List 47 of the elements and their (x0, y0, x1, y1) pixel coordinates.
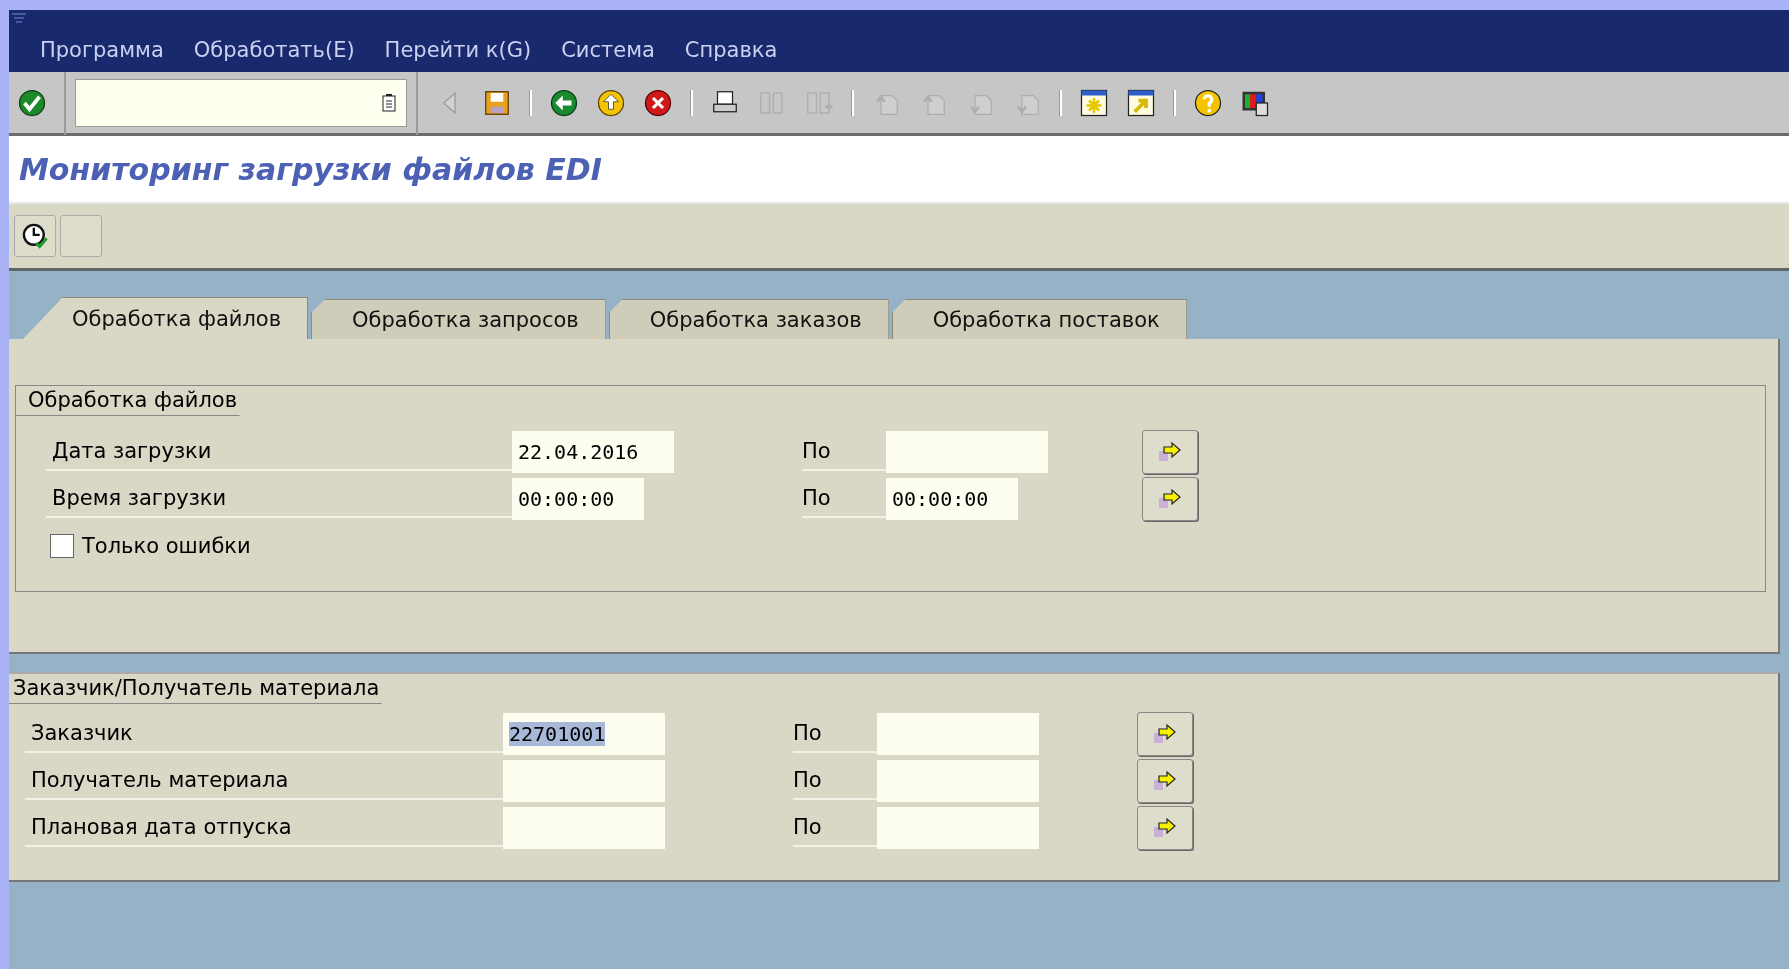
input-field[interactable]: 00:00:00 (886, 477, 1018, 520)
screen-title: Мониторинг загрузки файлов EDI (19, 151, 602, 187)
arrow-icon (1153, 816, 1177, 839)
tab[interactable]: Обработка запросов (311, 299, 606, 339)
menu-item[interactable]: Справка (684, 38, 778, 62)
input-field[interactable]: 22701001 (503, 712, 665, 755)
multiple-selection-button[interactable] (1137, 758, 1193, 803)
field-label: Получатель материала (25, 761, 503, 800)
menu-item[interactable]: Перейти к(G) (384, 38, 532, 62)
input-field[interactable] (877, 759, 1039, 802)
menu-item[interactable]: Система (561, 38, 655, 62)
arrow-icon (1158, 487, 1182, 510)
menu-item[interactable]: Обработать(E) (193, 38, 355, 62)
arrow-icon (1153, 769, 1177, 792)
checkbox[interactable] (50, 533, 74, 558)
help-icon[interactable] (1193, 87, 1223, 118)
check-icon[interactable] (17, 87, 47, 118)
input-field[interactable] (877, 806, 1039, 849)
tab[interactable]: Обработка файлов (23, 297, 309, 339)
input-field[interactable]: 00:00:00 (512, 477, 644, 520)
tab[interactable]: Обработка заказов (608, 299, 889, 339)
field-label: Плановая дата отпуска (25, 808, 503, 847)
multiple-selection-button[interactable] (1142, 476, 1198, 521)
input-field[interactable] (503, 806, 665, 849)
shortcut-icon[interactable] (1126, 87, 1156, 118)
cancel-icon[interactable] (643, 87, 673, 118)
arrow-icon (1158, 440, 1182, 463)
window-menu-icon[interactable] (11, 12, 27, 26)
history-list-icon[interactable] (382, 93, 396, 112)
execute-button[interactable] (14, 215, 56, 257)
field-label: Время загрузки (46, 479, 512, 518)
command-field[interactable] (75, 78, 407, 127)
arrow-icon (1153, 722, 1177, 745)
input-field[interactable] (886, 430, 1048, 473)
field-label: Заказчик (25, 714, 503, 753)
input-field[interactable]: 22.04.2016 (512, 430, 674, 473)
input-field[interactable] (877, 712, 1039, 755)
multiple-selection-button[interactable] (1137, 805, 1193, 850)
checkbox-label: Только ошибки (82, 533, 251, 558)
multiple-selection-button[interactable] (1137, 711, 1193, 756)
new-window-icon[interactable] (1079, 87, 1109, 118)
tab[interactable]: Обработка поставок (891, 299, 1187, 339)
multiple-selection-button[interactable] (1142, 429, 1198, 474)
clock-check-icon (21, 222, 49, 250)
menu-item[interactable]: Программа (40, 38, 164, 62)
field-label: Дата загрузки (46, 432, 512, 471)
input-field[interactable] (503, 759, 665, 802)
